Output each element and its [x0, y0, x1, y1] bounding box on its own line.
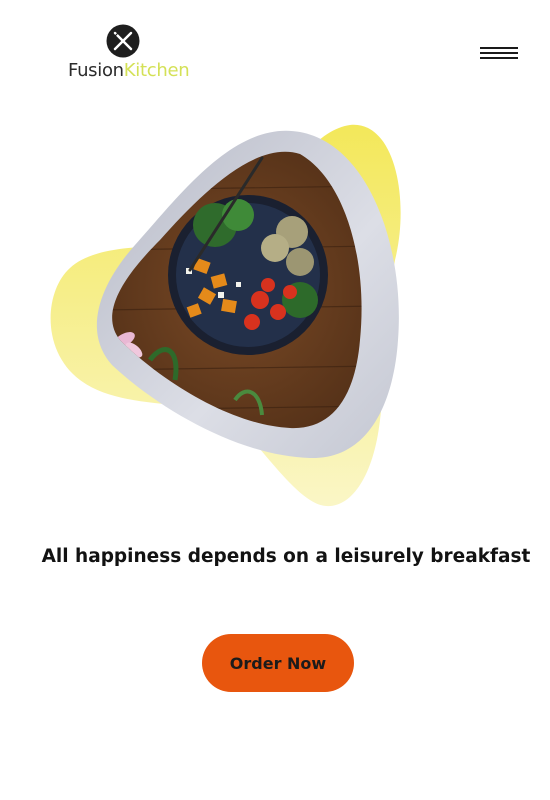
tagline: All happiness depends on a leisurely bre…: [41, 546, 531, 567]
order-now-button[interactable]: Order Now: [202, 634, 354, 692]
hero-image: [50, 124, 401, 507]
logo-text-kitchen: Kitchen: [123, 60, 190, 81]
menu-line: [480, 52, 518, 54]
logo-text-fusion: Fusion: [68, 60, 124, 81]
landing-page: FusionKitchen All happiness depends on a…: [0, 0, 550, 800]
menu-line: [480, 47, 518, 49]
hamburger-menu-icon[interactable]: [480, 44, 520, 64]
logo[interactable]: FusionKitchen: [66, 22, 196, 84]
menu-line: [480, 57, 518, 59]
logo-text: FusionKitchen: [68, 60, 190, 82]
fork-knife-icon: [106, 24, 140, 58]
